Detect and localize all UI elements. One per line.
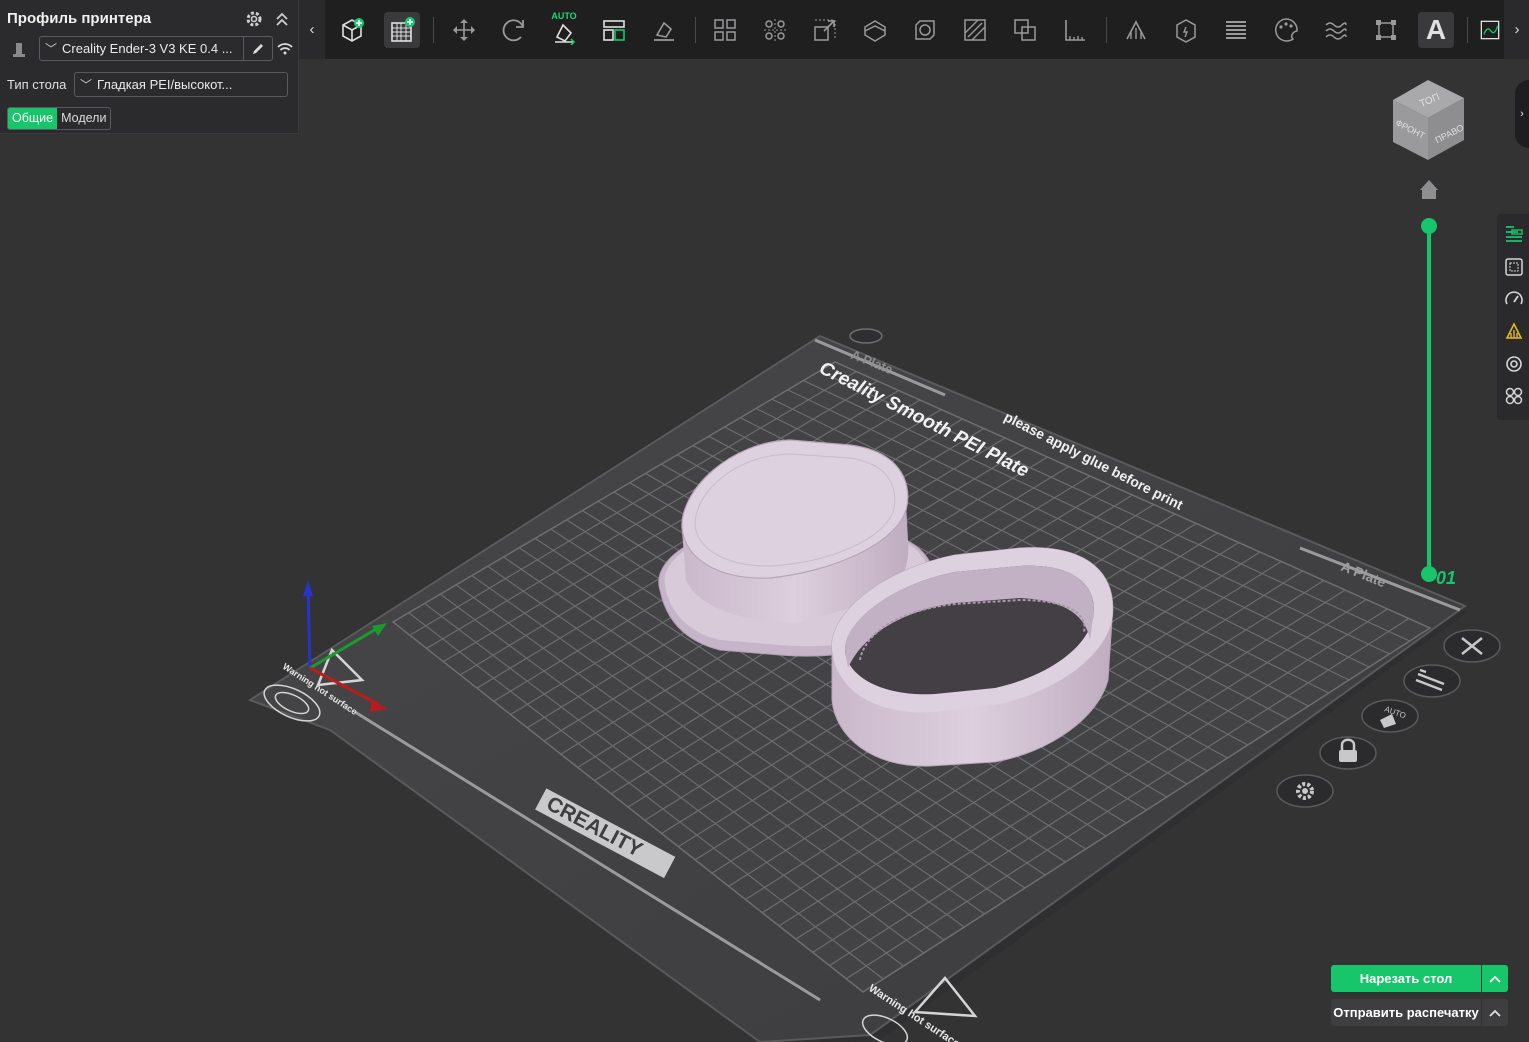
move-icon[interactable] — [446, 12, 482, 48]
3d-viewport[interactable]: Creality Smooth PEI Plate please apply g… — [0, 0, 1529, 1042]
arrange-plate-icon[interactable] — [1403, 664, 1461, 698]
arrange-icon[interactable] — [596, 12, 632, 48]
color-paint-icon[interactable] — [1268, 12, 1304, 48]
panel-title: Профиль принтера — [7, 10, 152, 27]
bed-type-label: Тип стола — [7, 77, 67, 92]
assembly-icon[interactable] — [1501, 383, 1527, 409]
bed-type-select[interactable]: ﹀ Гладкая PEI/высокот... — [74, 72, 288, 97]
speed-icon[interactable] — [1501, 286, 1527, 312]
printer-profile-panel: Профиль принтера ﹀ Creality Ender-3 V3 K… — [0, 0, 299, 134]
toolbar-scroll-right-button[interactable]: › — [1504, 0, 1529, 59]
hollow-icon[interactable] — [907, 12, 943, 48]
svg-icon[interactable] — [1477, 12, 1503, 48]
tab-models[interactable]: Модели — [57, 108, 110, 129]
variable-layer-icon[interactable] — [957, 12, 993, 48]
slice-plate-label[interactable]: Нарезать стол — [1331, 965, 1481, 992]
view-cube[interactable]: ТОП ФРОНТ ПРАВО — [1393, 80, 1465, 160]
gear-icon[interactable] — [244, 9, 264, 29]
wifi-icon[interactable] — [276, 40, 294, 58]
bed-type-value: Гладкая PEI/высокот... — [97, 77, 233, 92]
layer-height-icon[interactable] — [1218, 12, 1254, 48]
scale-icon[interactable] — [807, 12, 843, 48]
edit-icon[interactable] — [243, 37, 272, 60]
right-toolbar — [1497, 214, 1529, 420]
bed-shape-icon[interactable] — [1501, 254, 1527, 280]
add-plate-icon[interactable] — [384, 12, 420, 48]
rotate-icon[interactable] — [496, 12, 532, 48]
layer-slider-top-handle[interactable] — [1421, 218, 1437, 234]
lay-on-face-icon[interactable] — [646, 12, 682, 48]
chevron-down-icon: ﹀ — [79, 78, 92, 92]
printer-select[interactable]: ﹀ Creality Ender-3 V3 KE 0.4 ... — [39, 36, 273, 61]
cut-icon[interactable] — [857, 12, 893, 48]
layer-slider-bottom-handle[interactable] — [1421, 566, 1437, 582]
tab-general[interactable]: Общие — [8, 108, 58, 129]
chevron-down-icon: ﹀ — [44, 42, 57, 56]
layers-icon[interactable] — [1501, 220, 1527, 246]
seam-paint-icon[interactable] — [1168, 12, 1204, 48]
slice-plate-button[interactable]: Нарезать стол — [1331, 965, 1508, 992]
text-tool-glyph: A — [1425, 14, 1447, 45]
right-panel-toggle[interactable]: › — [1515, 80, 1529, 148]
collapse-up-icon[interactable] — [273, 9, 291, 29]
chevron-up-icon[interactable] — [1482, 999, 1508, 1026]
measure-icon[interactable] — [1057, 12, 1093, 48]
support-paint-icon[interactable] — [1118, 12, 1154, 48]
auto-orient-badge: AUTO — [551, 11, 577, 21]
layer-slider-label: 01 — [1436, 568, 1456, 588]
support-icon[interactable] — [1501, 318, 1527, 344]
send-print-label[interactable]: Отправить распечатку — [1331, 999, 1481, 1026]
expand-right-icon: › — [1520, 108, 1524, 120]
auto-orient-icon[interactable]: AUTO — [546, 11, 582, 48]
mesh-boolean-icon[interactable] — [1368, 12, 1404, 48]
home-view-icon[interactable] — [1420, 180, 1438, 199]
printer-icon — [10, 40, 28, 60]
boolean-icon[interactable] — [1007, 12, 1043, 48]
add-object-icon[interactable] — [334, 12, 370, 48]
text-icon[interactable]: A — [1418, 12, 1454, 48]
top-toolbar: ‹ › AUTO A — [299, 0, 1529, 59]
split-objects-icon[interactable] — [707, 12, 743, 48]
printer-name: Creality Ender-3 V3 KE 0.4 ... — [62, 41, 233, 56]
send-print-button[interactable]: Отправить распечатку — [1331, 999, 1508, 1026]
inspect-icon[interactable] — [1501, 351, 1527, 377]
fuzzy-skin-icon[interactable] — [1318, 12, 1354, 48]
chevron-up-icon[interactable] — [1482, 965, 1508, 992]
layer-slider[interactable]: 01 — [1421, 218, 1456, 588]
toolbar-scroll-left-button[interactable]: ‹ — [299, 0, 325, 59]
split-parts-icon[interactable] — [757, 12, 793, 48]
panel-tabs: Общие Модели — [7, 107, 112, 130]
